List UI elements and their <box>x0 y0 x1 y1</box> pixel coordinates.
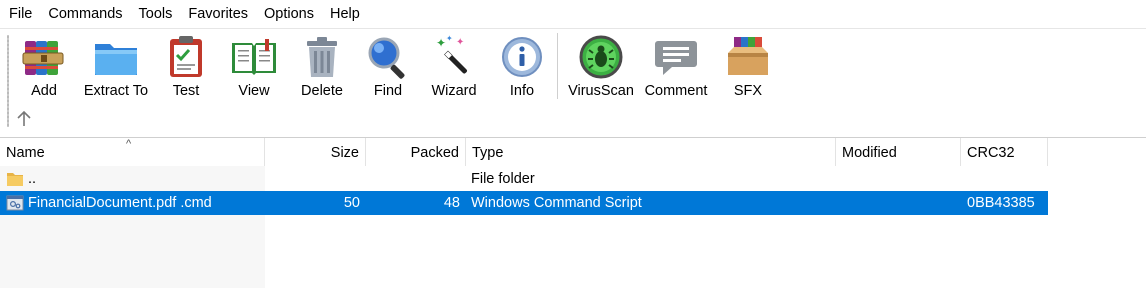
open-book-icon <box>232 39 276 75</box>
header-packed[interactable]: Packed <box>366 138 466 166</box>
info-label: Info <box>509 83 535 99</box>
view-label: View <box>238 83 270 99</box>
wizard-label: Wizard <box>431 83 477 99</box>
row-name: .. <box>28 171 37 187</box>
magnifier-icon <box>368 37 405 79</box>
wizard-button[interactable]: ✦ ✦ ✦ Wizard <box>428 33 480 101</box>
row-packed: 48 <box>443 195 460 211</box>
speech-bubble-icon <box>655 41 697 75</box>
header-size[interactable]: Size <box>265 138 366 166</box>
table-row[interactable]: .. File folder <box>0 167 1048 191</box>
toolbar: Add Extract To Test View Delete Find ✦ ✦… <box>0 28 1146 137</box>
header-modified[interactable]: Modified <box>836 138 961 166</box>
menu-favorites[interactable]: Favorites <box>180 0 256 28</box>
file-list: Name ^ Size Packed Type Modified CRC32 .… <box>0 137 1146 288</box>
sfx-button[interactable]: SFX <box>722 33 774 101</box>
delete-button[interactable]: Delete <box>296 33 348 101</box>
delete-label: Delete <box>301 83 343 99</box>
row-crc32: 0BB43385 <box>967 195 1035 211</box>
add-button[interactable]: Add <box>20 33 68 101</box>
toolbar-separator <box>557 33 558 99</box>
row-size: 50 <box>343 195 360 211</box>
virusscan-button[interactable]: VirusScan <box>566 33 636 101</box>
menu-options[interactable]: Options <box>256 0 322 28</box>
comment-label: Comment <box>644 83 708 99</box>
test-label: Test <box>172 83 200 99</box>
sfx-label: SFX <box>733 83 763 99</box>
up-arrow-icon[interactable] <box>14 109 34 129</box>
table-row-selected[interactable]: FinancialDocument.pdf .cmd 50 48 Windows… <box>0 191 1048 215</box>
test-button[interactable]: Test <box>162 33 210 101</box>
menu-bar: File Commands Tools Favorites Options He… <box>0 0 1146 28</box>
archive-books-icon <box>22 41 64 75</box>
svg-text:✦: ✦ <box>436 36 446 50</box>
row-size <box>265 167 360 191</box>
row-name: FinancialDocument.pdf .cmd <box>28 195 212 211</box>
svg-text:✦: ✦ <box>446 34 453 43</box>
sfx-box-icon <box>728 37 768 75</box>
menu-tools[interactable]: Tools <box>131 0 181 28</box>
folder-icon <box>95 44 137 75</box>
comment-button[interactable]: Comment <box>641 33 711 101</box>
list-header: Name ^ Size Packed Type Modified CRC32 <box>0 138 1146 166</box>
header-type[interactable]: Type <box>466 138 836 166</box>
sort-ascending-icon: ^ <box>126 138 132 150</box>
toolbar-grip[interactable] <box>7 35 9 127</box>
menu-help[interactable]: Help <box>322 0 368 28</box>
row-packed <box>366 167 460 191</box>
bug-scan-icon <box>579 35 623 79</box>
menu-file[interactable]: File <box>0 0 40 28</box>
extract-to-label: Extract To <box>83 83 149 99</box>
svg-text:✦: ✦ <box>456 37 464 48</box>
magic-wand-icon: ✦ ✦ ✦ <box>436 34 467 74</box>
find-label: Find <box>373 83 403 99</box>
folder-icon <box>7 173 23 186</box>
virusscan-label: VirusScan <box>568 83 634 99</box>
script-file-icon <box>6 195 24 211</box>
extract-to-button[interactable]: Extract To <box>80 33 152 101</box>
add-label: Add <box>31 83 57 99</box>
header-name[interactable]: Name <box>0 138 265 166</box>
header-crc32[interactable]: CRC32 <box>961 138 1048 166</box>
menu-commands[interactable]: Commands <box>40 0 130 28</box>
find-button[interactable]: Find <box>364 33 412 101</box>
clipboard-check-icon <box>170 36 202 77</box>
view-button[interactable]: View <box>228 33 280 101</box>
row-type: File folder <box>471 171 535 187</box>
info-button[interactable]: Info <box>498 33 546 101</box>
trash-can-icon <box>307 37 337 77</box>
info-icon <box>502 37 542 77</box>
row-type: Windows Command Script <box>471 195 642 211</box>
